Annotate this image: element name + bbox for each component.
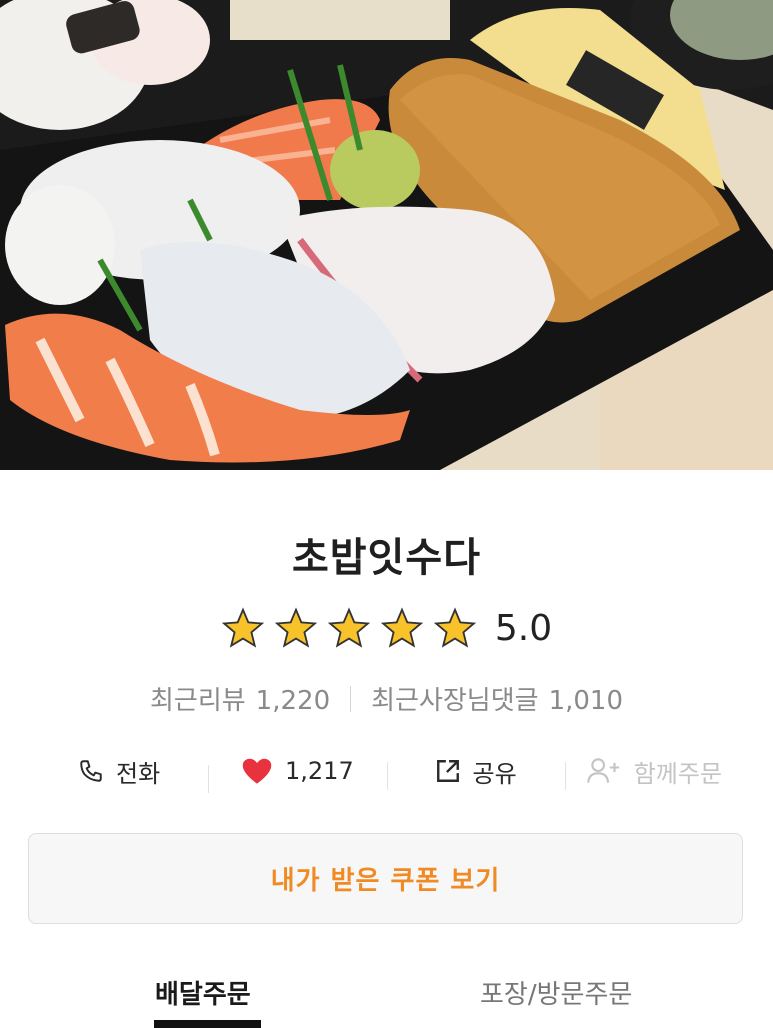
share-icon (435, 758, 461, 784)
store-actions: 전화 1,217 공유 함께주문 (30, 748, 743, 794)
star-icon (221, 607, 265, 651)
recent-reviews-label: 최근리뷰 (149, 686, 246, 716)
store-hero-image (0, 0, 773, 470)
rating-row[interactable]: 5.0 (0, 606, 773, 652)
active-tab-indicator (154, 1020, 261, 1028)
share-label: 공유 (472, 759, 517, 788)
star-icon (380, 607, 424, 651)
tab-pickup[interactable]: 포장/방문주문 (480, 974, 632, 1011)
recent-reviews-count: 1,220 (255, 686, 331, 716)
star-icon (433, 607, 477, 651)
owner-replies-label: 최근사장님댓글 (371, 686, 539, 716)
call-button[interactable]: 전화 (30, 754, 208, 789)
star-icon (327, 607, 371, 651)
likes-count: 1,217 (285, 757, 354, 785)
view-coupons-button[interactable]: 내가 받은 쿠폰 보기 (28, 833, 743, 924)
store-name: 초밥잇수다 (292, 535, 481, 581)
call-label: 전화 (116, 759, 161, 788)
review-meta: 최근리뷰 1,220 최근사장님댓글 1,010 (0, 680, 773, 717)
owner-replies-count: 1,010 (548, 686, 623, 716)
group-order-button[interactable]: 함께주문 (564, 754, 743, 790)
heart-icon (241, 757, 273, 785)
star-icon (274, 607, 318, 651)
phone-icon (78, 758, 104, 784)
owner-replies-link[interactable]: 최근사장님댓글 1,010 (371, 680, 623, 717)
share-button[interactable]: 공유 (386, 754, 565, 790)
add-user-icon (586, 757, 622, 785)
recent-reviews-link[interactable]: 최근리뷰 1,220 (150, 680, 330, 717)
view-coupons-label: 내가 받은 쿠폰 보기 (270, 866, 501, 896)
star-rating (221, 607, 477, 651)
meta-divider (350, 685, 352, 712)
like-button[interactable]: 1,217 (208, 757, 386, 793)
rating-score: 5.0 (494, 608, 553, 649)
tab-delivery[interactable]: 배달주문 (155, 974, 251, 1011)
group-order-label: 함께주문 (633, 759, 723, 788)
order-type-tabs: 배달주문 포장/방문주문 (0, 960, 773, 1028)
